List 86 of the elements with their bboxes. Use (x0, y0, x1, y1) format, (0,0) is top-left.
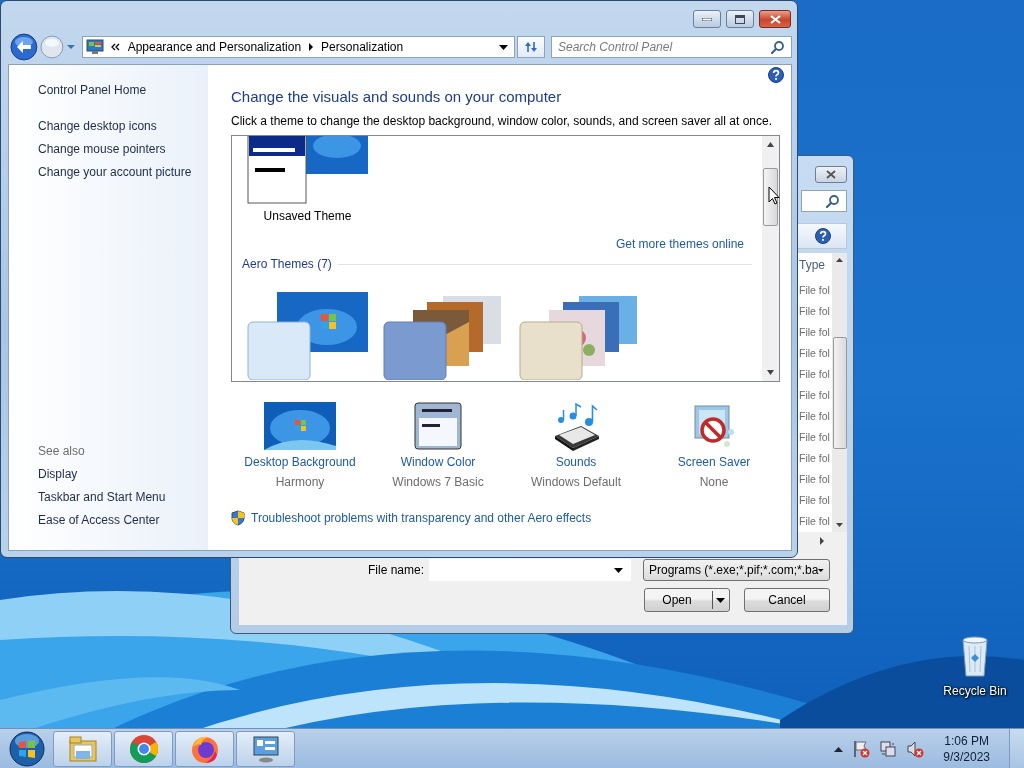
setting-link[interactable]: Window Color (400, 454, 476, 470)
table-cell-text: File fol (799, 471, 831, 487)
taskbar-button[interactable] (236, 730, 295, 767)
table-cell-text: File fol (799, 387, 831, 403)
table-cell-text: File fol (799, 408, 831, 424)
column-header[interactable]: Type (799, 252, 832, 277)
dropdown-arrow-icon (818, 567, 824, 573)
taskbar-button[interactable] (175, 730, 234, 767)
sidebar-link[interactable]: Ease of Access Center (38, 509, 160, 532)
dropdown-arrow-icon (614, 568, 623, 574)
setting-link[interactable]: Screen Saver (677, 454, 751, 470)
link[interactable]: Troubleshoot problems with transparency and other Aero effects (251, 510, 592, 526)
speaker-muted-icon[interactable] (906, 739, 925, 758)
page-heading: Change the visuals and sounds on your computer (231, 87, 562, 107)
double-chevron-icon[interactable] (110, 43, 121, 51)
sidebar-link[interactable]: Taskbar and Start Menu (38, 486, 166, 509)
cursor-icon (768, 186, 780, 205)
table-cell-text: File fol (799, 303, 831, 319)
recent-pages-button[interactable] (65, 44, 76, 50)
file-name-field[interactable] (429, 559, 631, 582)
close-button[interactable] (815, 166, 847, 183)
window-icon[interactable] (414, 402, 462, 450)
maximize-button[interactable] (726, 10, 754, 28)
refresh-icon (523, 40, 540, 54)
table-cell-text: File fol (799, 345, 831, 361)
dropdown-arrow-icon (716, 597, 725, 603)
setting-link[interactable]: Sounds (555, 454, 597, 470)
up-arrow-icon[interactable] (834, 745, 844, 752)
link[interactable]: Get more themes online (615, 236, 744, 252)
close-icon (826, 170, 836, 179)
table-cell-text: File fol (799, 492, 831, 508)
search-field[interactable]: Search Control Panel (551, 36, 792, 58)
taskbar-button[interactable] (53, 730, 112, 767)
minimize-icon (702, 17, 712, 21)
maximize-icon (735, 14, 745, 24)
search-field[interactable] (801, 189, 847, 212)
taskbar-button[interactable] (114, 730, 173, 767)
sidebar-link[interactable]: Change mouse pointers (38, 138, 166, 161)
shield-icon (231, 510, 245, 526)
section-label: See also (38, 443, 85, 460)
help-icon[interactable] (768, 67, 784, 83)
setting-value: Windows 7 Basic (392, 474, 484, 490)
file-type-dropdown[interactable]: Programs (*.exe;*.pif;*.com;*.ba (643, 559, 830, 582)
table-cell-text: File fol (799, 450, 831, 466)
scroll-thumb[interactable] (832, 336, 847, 449)
chevron-right-icon[interactable] (308, 43, 315, 51)
table-cell-text: File fol (799, 366, 831, 382)
breadcrumb-link[interactable]: Appearance and Personalization (127, 40, 302, 54)
field-label: File name: (367, 563, 424, 578)
control-panel-icon (85, 39, 104, 55)
sidebar-link[interactable]: Display (38, 463, 78, 486)
table-cell-text: File fol (799, 324, 831, 340)
setting-value: Harmony (275, 474, 325, 490)
wallpaper-icon[interactable] (264, 402, 336, 450)
search-icon (826, 193, 840, 208)
sidebar-link[interactable]: Control Panel Home (38, 79, 147, 102)
flag-icon[interactable] (852, 739, 871, 758)
search-icon (771, 40, 785, 54)
close-icon (769, 14, 781, 24)
network-icon[interactable] (879, 739, 898, 758)
close-button[interactable] (759, 10, 791, 28)
table-cell-text: File fol (799, 513, 831, 529)
split-button[interactable]: Open (644, 588, 730, 613)
breadcrumb-link[interactable]: Personalization (321, 40, 404, 54)
dialog-button[interactable]: Cancel (744, 588, 830, 613)
setting-value: None (699, 474, 729, 490)
address-bar[interactable]: Appearance and Personalization Personalization (81, 36, 516, 58)
theme-name[interactable]: Unsaved Theme (263, 208, 352, 224)
sidebar-link[interactable]: Change your account picture (38, 161, 192, 184)
desktop-icon-label[interactable]: Recycle Bin (943, 684, 1007, 698)
setting-value: Windows Default (530, 474, 621, 490)
clock-time[interactable]: 1:06 PM (944, 732, 989, 749)
minimize-button[interactable] (693, 10, 721, 28)
clock-date[interactable]: 9/3/2023 (943, 748, 990, 765)
dropdown-arrow-icon[interactable] (499, 44, 509, 50)
group-label: Aero Themes (7) (242, 256, 332, 272)
table-cell-text: File fol (799, 429, 831, 445)
table-cell-text: File fol (799, 282, 831, 298)
instruction-text: Click a theme to change the desktop background, window color, sounds, and screen saver all at once. (231, 113, 772, 129)
refresh-button[interactable] (517, 36, 545, 58)
help-icon[interactable] (815, 227, 831, 244)
sidebar-link[interactable]: Change desktop icons (38, 115, 157, 138)
start-button[interactable] (7, 728, 47, 768)
back-button[interactable] (10, 33, 38, 61)
browser-icon (127, 732, 160, 765)
setting-link[interactable]: Desktop Background (244, 454, 356, 470)
